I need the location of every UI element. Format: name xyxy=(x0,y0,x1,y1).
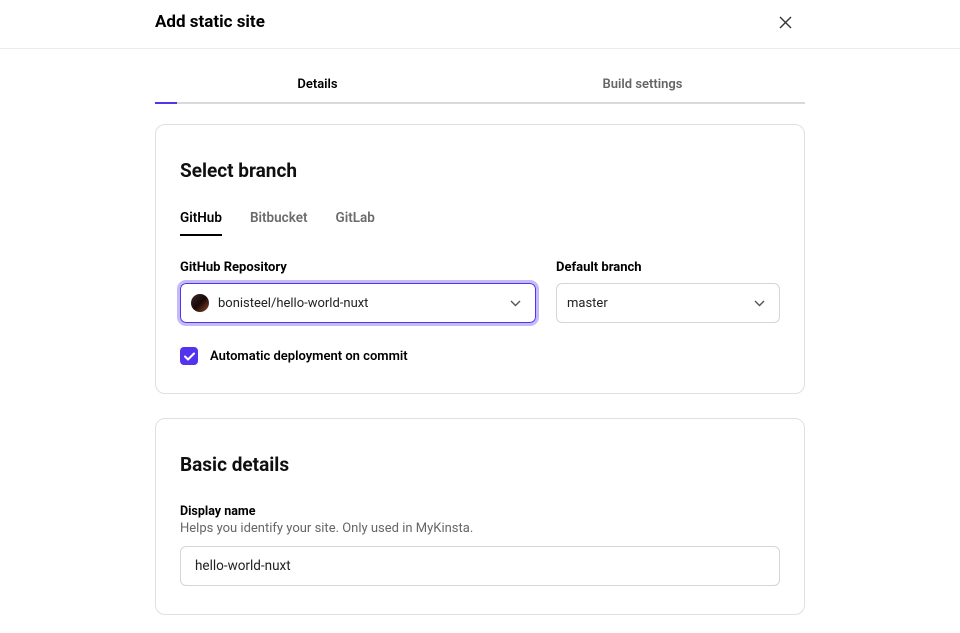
chevron-down-icon xyxy=(510,300,521,307)
display-name-label: Display name xyxy=(180,504,780,519)
repo-field-group: GitHub Repository bonisteel/hello-world-… xyxy=(180,260,536,323)
tab-build-settings[interactable]: Build settings xyxy=(480,77,805,102)
select-branch-card: Select branch GitHub Bitbucket GitLab Gi… xyxy=(155,124,805,394)
provider-tab-github[interactable]: GitHub xyxy=(180,210,222,236)
select-branch-title: Select branch xyxy=(180,159,780,182)
page-header: Add static site xyxy=(0,0,960,49)
provider-tab-gitlab[interactable]: GitLab xyxy=(336,210,375,236)
tab-progress-indicator xyxy=(155,102,177,104)
repo-select[interactable]: bonisteel/hello-world-nuxt xyxy=(180,283,536,323)
branch-field-group: Default branch master xyxy=(556,260,780,323)
auto-deploy-label: Automatic deployment on commit xyxy=(210,349,408,364)
branch-value: master xyxy=(567,296,608,311)
basic-details-card: Basic details Display name Helps you ide… xyxy=(155,418,805,615)
chevron-down-icon xyxy=(754,300,765,307)
display-name-hint: Helps you identify your site. Only used … xyxy=(180,521,780,536)
tab-details[interactable]: Details xyxy=(155,77,480,102)
branch-fields: GitHub Repository bonisteel/hello-world-… xyxy=(180,260,780,323)
close-icon[interactable] xyxy=(777,14,793,30)
page-title: Add static site xyxy=(155,12,265,32)
provider-tabs: GitHub Bitbucket GitLab xyxy=(180,210,780,236)
auto-deploy-checkbox[interactable] xyxy=(180,347,198,365)
repo-value: bonisteel/hello-world-nuxt xyxy=(218,296,368,311)
repo-label: GitHub Repository xyxy=(180,260,536,275)
branch-label: Default branch xyxy=(556,260,780,275)
tabs: Details Build settings xyxy=(155,77,805,104)
auto-deploy-row: Automatic deployment on commit xyxy=(180,347,780,365)
avatar xyxy=(191,294,209,312)
content: Details Build settings Select branch Git… xyxy=(0,49,960,615)
provider-tab-bitbucket[interactable]: Bitbucket xyxy=(250,210,308,236)
branch-select[interactable]: master xyxy=(556,283,780,323)
basic-details-title: Basic details xyxy=(180,453,780,476)
display-name-input[interactable] xyxy=(180,546,780,586)
